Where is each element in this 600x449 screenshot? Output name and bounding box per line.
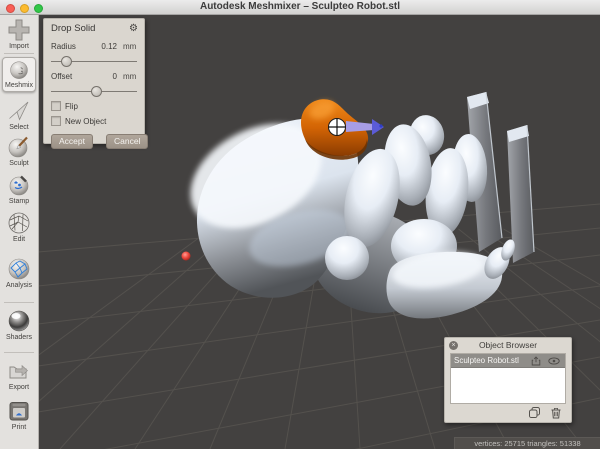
delete-trash-icon[interactable] (550, 406, 562, 419)
toolbar-item-label: Shaders (5, 334, 33, 341)
radius-slider[interactable] (51, 56, 137, 67)
toolbar-item-print[interactable]: Print (0, 398, 38, 432)
shaders-sphere-icon (6, 308, 32, 334)
status-bar: vertices: 25715 triangles: 51338 (454, 437, 600, 449)
gear-icon[interactable]: ⚙ (129, 24, 138, 34)
close-icon[interactable]: × (449, 341, 458, 350)
object-name: Sculpteo Robot.stl (454, 356, 519, 365)
toolbar-item-analysis[interactable]: Analysis (0, 256, 38, 290)
toolbar-separator (4, 302, 34, 303)
cancel-button[interactable]: Cancel (106, 134, 149, 149)
object-list-item[interactable]: Sculpteo Robot.stl (451, 354, 565, 368)
drop-solid-title: Drop Solid (51, 23, 96, 34)
toolbar-separator (4, 53, 34, 54)
slider-handle[interactable] (90, 86, 102, 97)
radius-value[interactable]: 0.12 (101, 42, 117, 51)
toolbar-separator (4, 352, 34, 353)
meshmixer-window: Autodesk Meshmixer – Sculpteo Robot.stl … (0, 0, 600, 449)
toolbar-item-sculpt[interactable]: Sculpt (0, 134, 38, 168)
toolbar-item-label: Export (8, 384, 30, 391)
main-toolbar: Import Meshmix Select Sculpt Stamp Edit … (0, 14, 39, 449)
new-object-checkbox[interactable] (51, 116, 61, 126)
toolbar-item-label: Print (11, 424, 27, 431)
accept-button[interactable]: Accept (51, 134, 93, 149)
toolbar-item-label: Meshmix (4, 82, 33, 89)
duplicate-icon[interactable] (528, 406, 541, 419)
analysis-mesh-icon (6, 256, 32, 282)
import-icon (6, 17, 32, 43)
title-bar: Autodesk Meshmixer – Sculpteo Robot.stl (0, 0, 600, 15)
viewport-3d[interactable]: Drop Solid ⚙ Radius 0.12 mm Offset 0 mm (38, 14, 600, 449)
slider-handle[interactable] (61, 56, 73, 67)
toolbar-item-export[interactable]: Export (0, 358, 38, 392)
toolbar-item-import[interactable]: Import (0, 17, 38, 51)
toolbar-item-shaders[interactable]: Shaders (0, 308, 38, 342)
flip-checkbox[interactable] (51, 101, 61, 111)
object-list: Sculpteo Robot.stl (450, 353, 566, 404)
origin-red-dot (181, 251, 191, 261)
toolbar-item-label: Analysis (5, 282, 33, 289)
toolbar-item-label: Stamp (8, 198, 30, 205)
select-arrow-icon (6, 98, 32, 124)
meshmix-icon (8, 60, 30, 82)
toolbar-item-label: Select (9, 124, 29, 131)
visibility-eye-icon[interactable] (548, 356, 560, 365)
print-3d-printer-icon (6, 398, 32, 424)
object-browser-title: Object Browser (478, 340, 538, 350)
edit-wireframe-icon (6, 210, 32, 236)
object-browser-panel: × Object Browser Sculpteo Robot.stl (444, 337, 572, 423)
radius-unit: mm (123, 42, 137, 51)
offset-unit: mm (123, 72, 137, 81)
radius-label: Radius (51, 42, 76, 51)
drop-solid-panel: Drop Solid ⚙ Radius 0.12 mm Offset 0 mm (43, 18, 149, 149)
transform-arrow (346, 121, 374, 132)
sculpt-brush-icon (6, 134, 32, 160)
toolbar-item-edit[interactable]: Edit (0, 210, 38, 244)
export-folder-icon (6, 358, 32, 384)
stamp-icon (6, 172, 32, 198)
offset-label: Offset (51, 72, 73, 81)
toolbar-item-select[interactable]: Select (0, 98, 38, 132)
offset-value[interactable]: 0 (113, 72, 117, 81)
share-icon[interactable] (531, 355, 541, 366)
offset-slider[interactable] (51, 86, 137, 97)
mesh-stats-text: vertices: 25715 triangles: 51338 (474, 439, 581, 448)
flip-label: Flip (65, 101, 78, 111)
toolbar-item-meshmix[interactable]: Meshmix (2, 57, 36, 92)
new-object-label: New Object (65, 116, 107, 126)
toolbar-item-label: Sculpt (9, 160, 29, 167)
window-title: Autodesk Meshmixer – Sculpteo Robot.stl (199, 1, 401, 12)
toolbar-item-label: Edit (12, 236, 26, 243)
toolbar-item-stamp[interactable]: Stamp (0, 172, 38, 206)
toolbar-item-label: Import (9, 43, 29, 50)
